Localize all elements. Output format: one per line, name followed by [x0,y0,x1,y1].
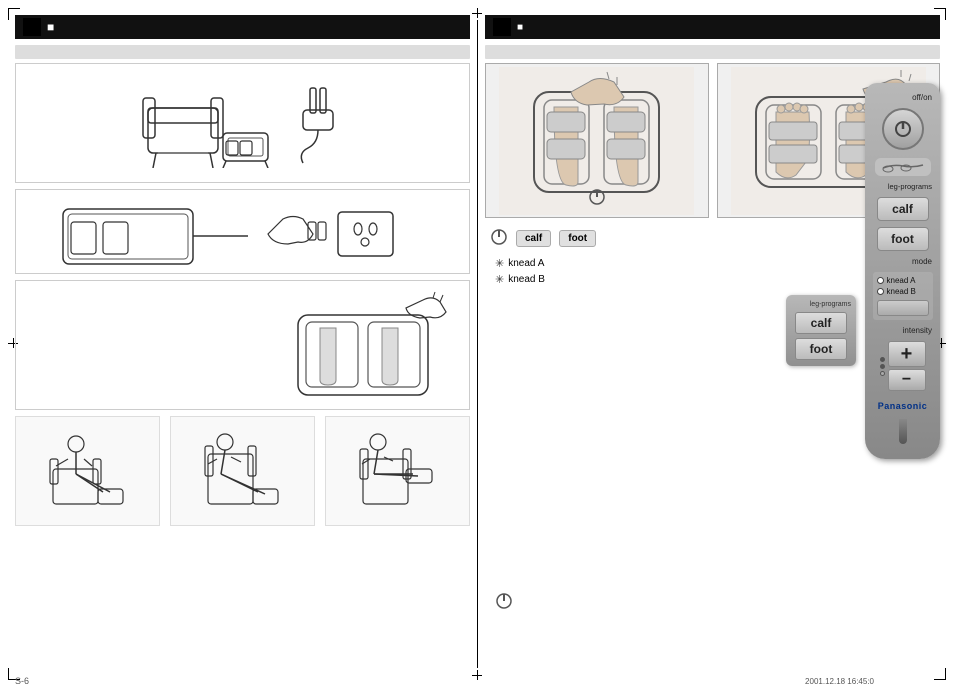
left-page: ■ [15,15,470,673]
plug-svg [288,78,348,168]
intensity-dots [880,357,885,376]
small-power-icon [490,228,508,246]
calf-image-box [485,63,709,218]
knead-b-label: knead B [508,274,545,285]
float-calf-button[interactable]: calf [795,312,847,334]
dot-2 [880,364,885,369]
spark-a-icon: ✳ [495,257,504,270]
page-divider [477,20,478,668]
radio-a[interactable] [877,277,884,284]
calf-button[interactable]: calf [877,197,929,221]
small-foot-btn[interactable]: foot [559,230,596,247]
step-2-illustration [22,196,463,267]
cross-mark-bottom [472,670,482,680]
page-number-left: S-6 [15,676,29,686]
knead-a-label: knead A [508,258,544,269]
spark-b-icon: ✳ [495,273,504,286]
panasonic-logo: Panasonic [878,401,928,411]
remote-cord [899,419,907,444]
figure-box-2 [170,416,315,526]
leg-icon-svg [878,160,928,174]
left-header-bar: ■ [15,15,470,39]
step-2-section [15,189,470,274]
intensity-label: intensity [903,326,932,335]
figure-box-1 [15,416,160,526]
leg-placement-svg [268,290,458,405]
cross-mark-top [472,8,482,18]
off-on-label: off/on [912,93,932,102]
chair-svg [138,78,288,168]
floating-calf-foot-panel: leg-programs calf foot [786,295,856,366]
intensity-row: + − [880,341,926,391]
right-header-title: ■ [517,22,523,33]
knead-b-option-label: knead B [887,287,916,296]
figures-row [15,416,470,526]
bottom-power-area [495,592,513,613]
dot-row-2 [880,364,885,369]
float-panel-label: leg-programs [810,301,851,308]
knead-a-option: knead A [877,276,929,285]
right-header-bar: ■ [485,15,940,39]
left-header-black-accent [23,18,41,36]
bottom-power-icon [495,592,513,610]
dot-1 [880,357,885,362]
knead-b-option: knead B [877,287,929,296]
knead-a-option-label: knead A [887,276,916,285]
float-foot-button[interactable]: foot [795,338,847,360]
right-thin-bar [485,45,940,59]
plus-minus-container: + − [888,341,926,391]
minus-button[interactable]: − [888,369,926,391]
figure-box-3 [325,416,470,526]
figure-1-svg [48,424,128,519]
calf-power-icon [588,188,606,209]
step-3-section [15,280,470,410]
leg-programs-label: leg-programs [888,182,932,191]
foot-button[interactable]: foot [877,227,929,251]
figure-3-svg [358,424,438,519]
leg-illustration-icon [875,158,931,176]
right-header-accent [493,18,511,36]
power-button[interactable] [882,108,924,150]
date-stamp: 2001.12.18 16:45:0 [805,677,874,686]
connect-svg [53,194,433,269]
plus-button[interactable]: + [888,341,926,367]
dot-row-1 [880,357,885,362]
calf-small-power [490,228,508,249]
small-calf-btn[interactable]: calf [516,230,551,247]
dot-row-3 [880,371,885,376]
step-3-illustration [263,287,463,407]
step-1-illustration [22,70,463,176]
dot-3 [880,371,885,376]
figure-2-svg [203,424,283,519]
remote-control: off/on leg-programs calf foot mode [865,83,940,459]
right-page: ■ [485,15,940,673]
power-icon [893,119,913,139]
left-header-title: ■ [47,20,54,34]
radio-b[interactable] [877,288,884,295]
mode-section: knead A knead B [873,272,933,320]
mode-label: mode [912,257,932,266]
left-thin-bar [15,45,470,59]
step-1-section [15,63,470,183]
mode-toggle-button[interactable] [877,300,929,316]
